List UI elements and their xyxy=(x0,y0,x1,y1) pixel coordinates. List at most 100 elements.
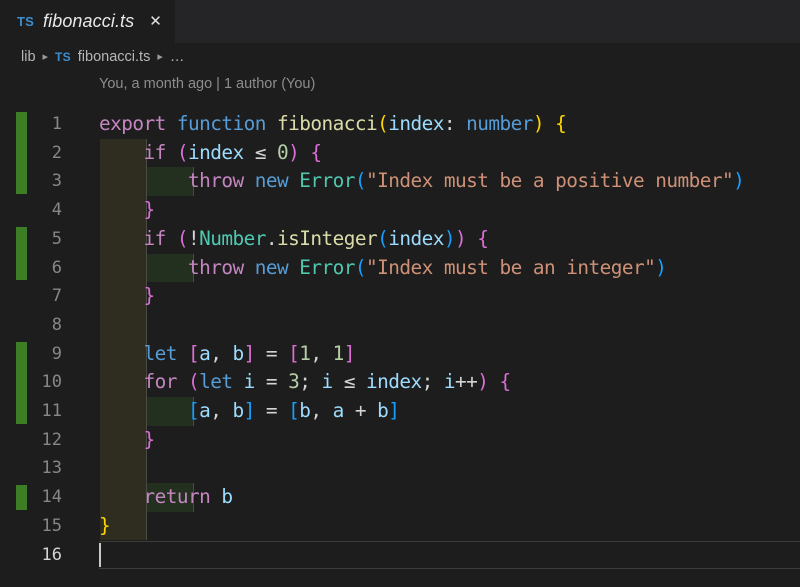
code-line[interactable]: throw new Error("Index must be an intege… xyxy=(99,254,667,283)
code-token: } xyxy=(143,284,156,308)
code-line[interactable]: return b xyxy=(99,483,234,512)
code-token: ! xyxy=(188,226,200,250)
code-token: 1 xyxy=(332,341,345,365)
code-token: Number xyxy=(199,226,266,250)
breadcrumb-item-folder[interactable]: lib xyxy=(21,49,36,65)
code-token: ( xyxy=(377,112,389,135)
code-token: = xyxy=(254,370,289,394)
code-token: a xyxy=(199,399,211,422)
code-token: ; xyxy=(299,370,322,394)
code-line[interactable]: if (index ≤ 0) { xyxy=(99,139,323,168)
code-token: [ xyxy=(188,399,200,422)
breadcrumb: lib ▸ TS fibonacci.ts ▸ … xyxy=(0,43,800,70)
code-token: = xyxy=(254,341,289,365)
code-token: Error xyxy=(299,255,355,279)
code-token: number xyxy=(466,112,533,135)
code-token: export xyxy=(99,112,166,135)
code-line[interactable]: export function fibonacci(index: number)… xyxy=(99,110,567,139)
code-token: return xyxy=(143,485,211,509)
tab-label: fibonacci.ts xyxy=(43,11,135,31)
code-token: b xyxy=(299,399,311,422)
code-token: ( xyxy=(354,255,367,279)
tab-bar: TS fibonacci.ts ✕ xyxy=(0,0,800,43)
code-line[interactable]: [a, b] = [b, a + b] xyxy=(99,397,400,426)
code-token: b xyxy=(232,341,245,365)
code-token: ≤ xyxy=(243,140,277,164)
breadcrumb-item-symbols[interactable]: … xyxy=(170,49,186,65)
editor-tab-fibonacci-ts[interactable]: TS fibonacci.ts ✕ xyxy=(0,0,175,43)
code-token: { xyxy=(477,226,489,250)
code-editor[interactable]: 1 2 3 4 5 6 7 8 9 10 11 12 13 14 15 16 export function … xyxy=(0,104,800,587)
code-token: { xyxy=(555,112,567,135)
code-token: index xyxy=(366,370,422,394)
code-line[interactable]: if (!Number.isInteger(index)) { xyxy=(99,225,489,254)
code-token: function xyxy=(176,112,267,135)
code-token: a xyxy=(332,399,345,422)
code-token: { xyxy=(499,370,512,394)
code-token: { xyxy=(310,140,322,164)
code-token: index xyxy=(388,112,444,135)
code-line[interactable]: } xyxy=(99,426,156,455)
code-token: if xyxy=(143,140,167,164)
code-line[interactable]: for (let i = 3; i ≤ index; i++) { xyxy=(99,368,512,397)
code-token: for xyxy=(143,370,178,394)
code-token: ; xyxy=(421,370,444,394)
code-token: i xyxy=(243,370,256,394)
code-token: throw xyxy=(188,169,244,193)
code-token: new xyxy=(254,169,289,193)
code-line[interactable]: throw new Error("Index must be a positiv… xyxy=(99,167,745,196)
code-line[interactable]: } xyxy=(99,512,111,541)
code-token: = xyxy=(254,399,289,422)
code-text-surface[interactable]: export function fibonacci(index: number)… xyxy=(0,104,800,587)
code-token: ≤ xyxy=(332,370,366,394)
code-token: i xyxy=(443,370,456,394)
typescript-file-icon: TS xyxy=(17,14,35,29)
code-token: fibonacci xyxy=(277,112,378,135)
code-token: let xyxy=(199,370,233,394)
breadcrumb-item-file[interactable]: fibonacci.ts xyxy=(78,49,151,65)
text-cursor xyxy=(99,542,101,568)
code-line[interactable]: } xyxy=(99,282,156,311)
code-token: ] xyxy=(343,341,356,365)
code-token: ) xyxy=(443,226,456,250)
code-token: index xyxy=(388,226,444,250)
code-line[interactable]: let [a, b] = [1, 1] xyxy=(99,340,356,369)
close-icon[interactable]: ✕ xyxy=(149,14,162,29)
code-token: ( xyxy=(354,169,367,193)
code-token: , xyxy=(210,341,233,365)
code-token: , xyxy=(310,399,333,422)
code-token: "Index must be a positive number" xyxy=(366,169,734,193)
codelens-git-blame[interactable]: You, a month ago | 1 author (You) xyxy=(99,76,315,92)
chevron-right-icon: ▸ xyxy=(157,50,163,63)
code-token: ) xyxy=(532,112,545,135)
code-token: ( xyxy=(188,370,200,394)
code-token: a xyxy=(199,341,211,365)
editor-window: TS fibonacci.ts ✕ lib ▸ TS fibonacci.ts … xyxy=(0,0,800,587)
code-line[interactable]: } xyxy=(99,196,156,225)
code-token: , xyxy=(210,399,233,422)
code-token: } xyxy=(99,513,111,537)
code-token: [ xyxy=(288,399,300,422)
code-token: [ xyxy=(288,341,300,365)
code-token: b xyxy=(221,485,233,509)
